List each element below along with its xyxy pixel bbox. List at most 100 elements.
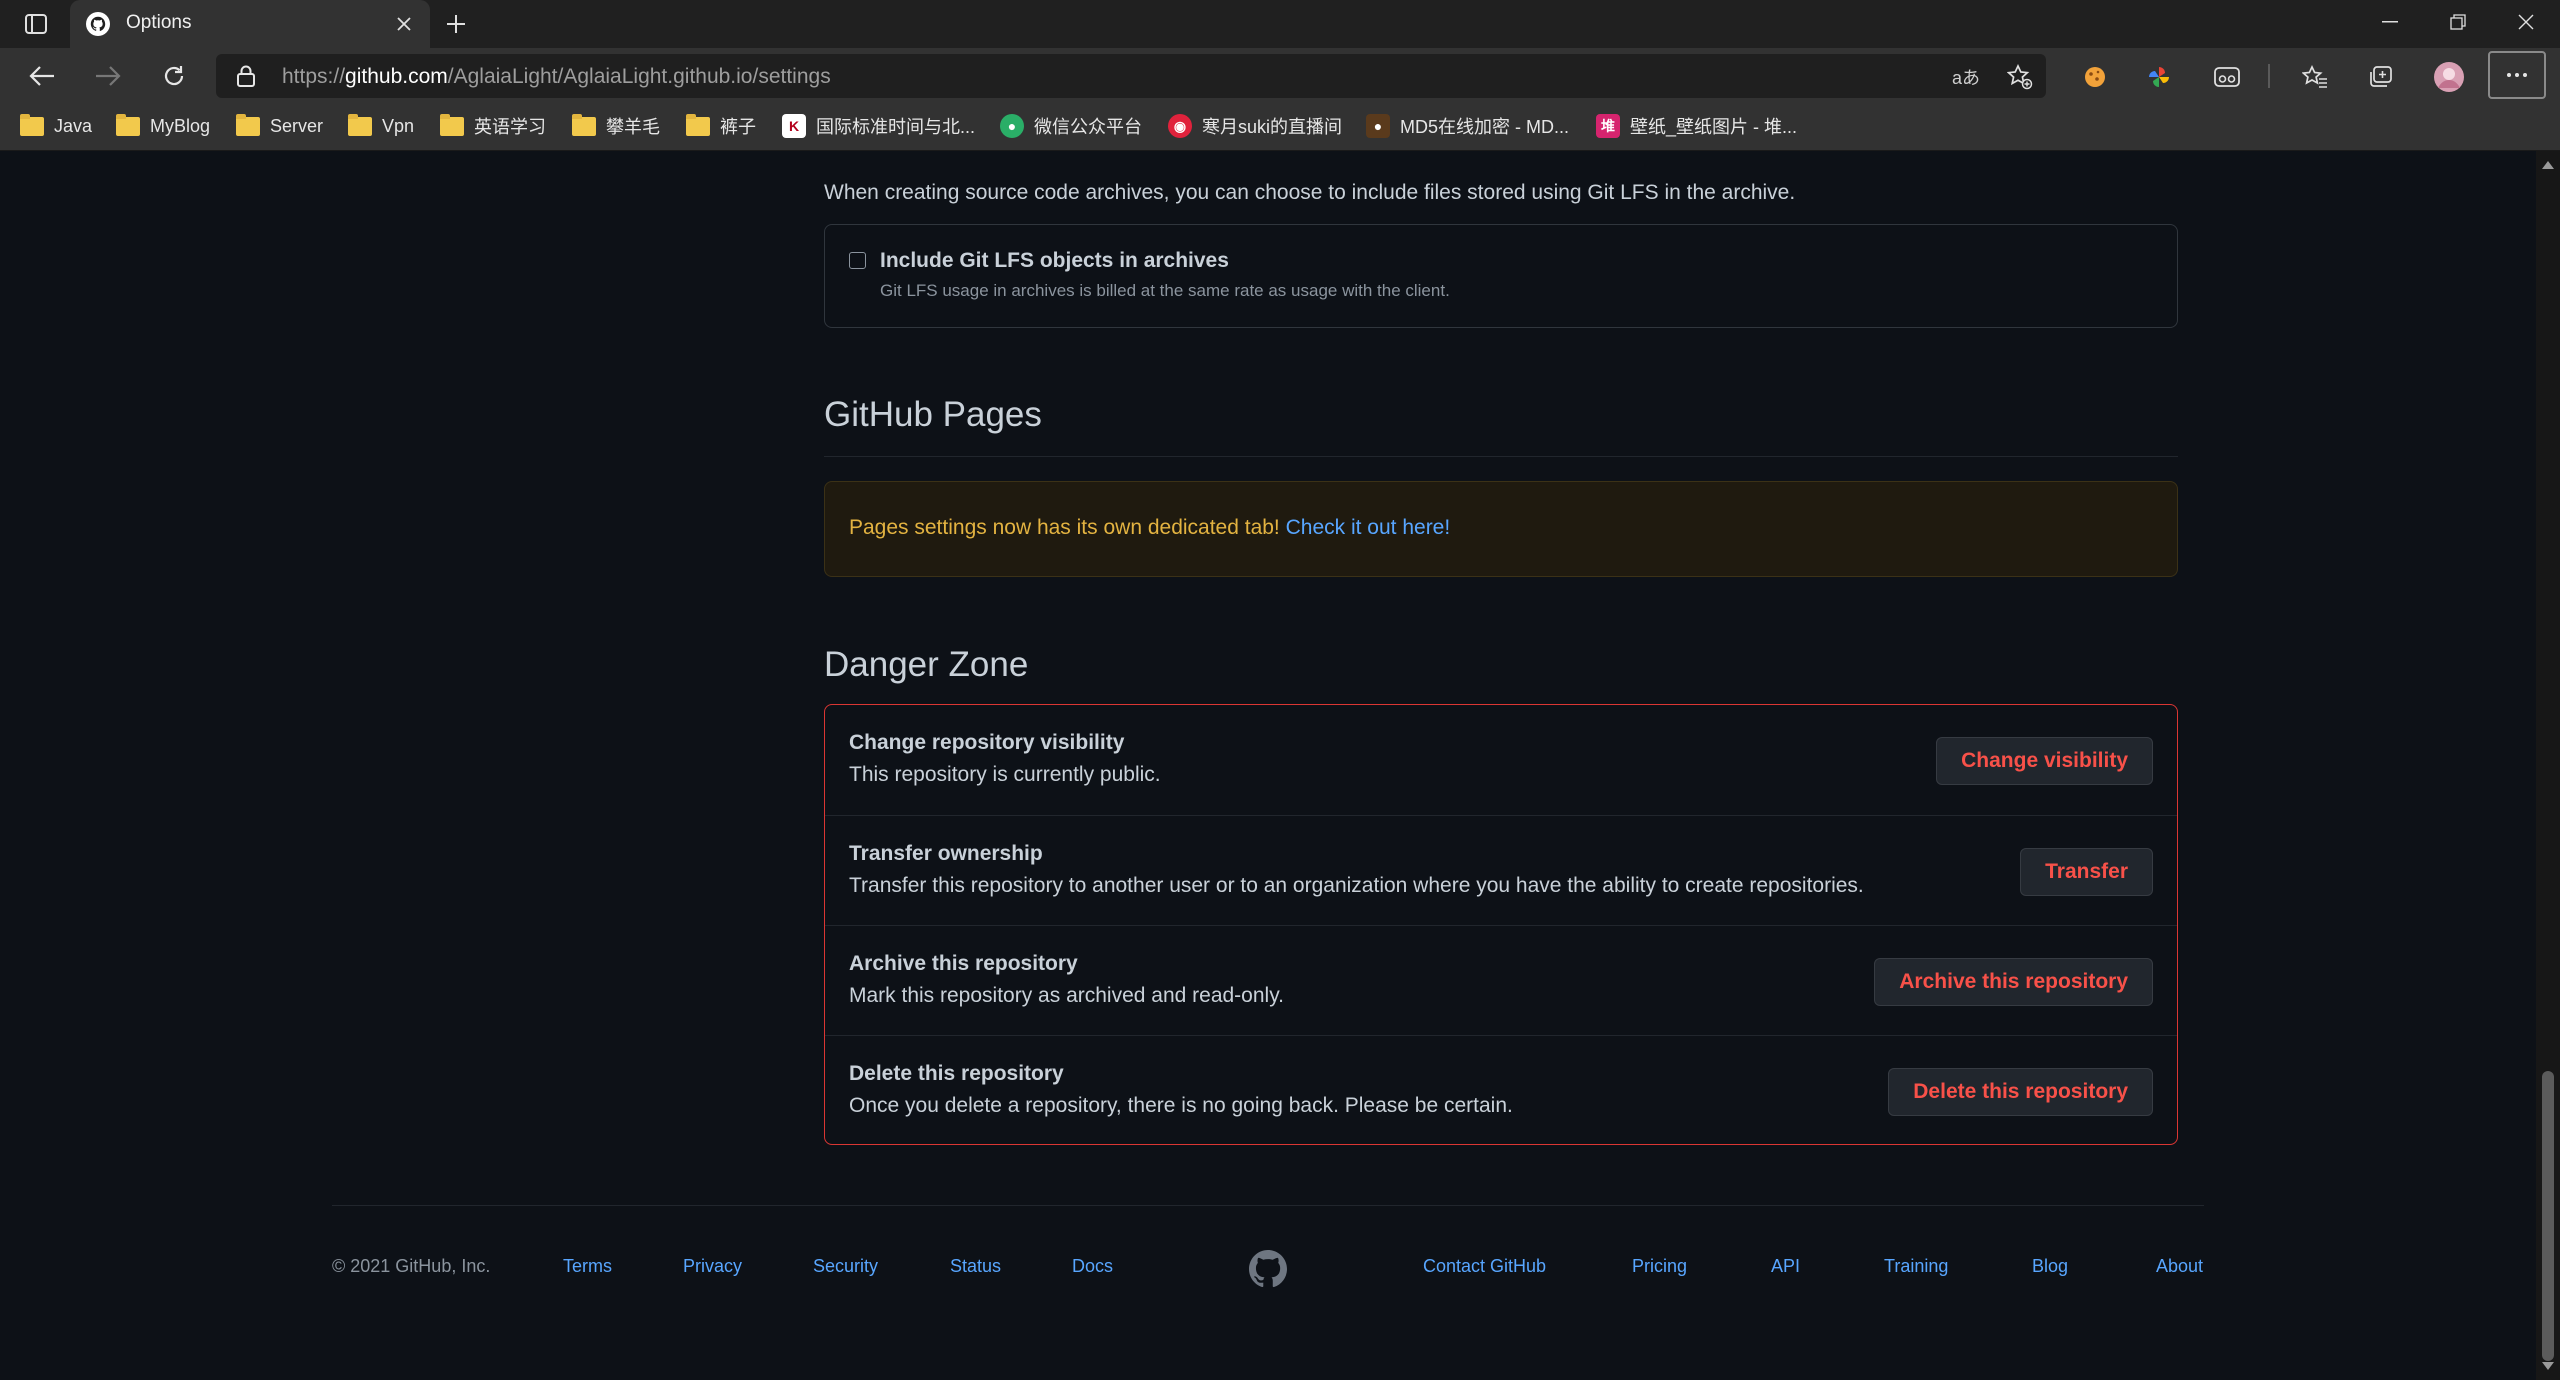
bookmark-link[interactable]: 堆壁纸_壁纸图片 - 堆... [1596, 112, 1797, 140]
folder-icon [20, 113, 44, 136]
add-favorite-icon[interactable] [2006, 64, 2034, 90]
footer-link-privacy[interactable]: Privacy [683, 1256, 742, 1277]
tab-close-icon[interactable] [392, 12, 416, 36]
cookie-extension-icon[interactable] [2078, 60, 2112, 94]
lock-icon [237, 65, 255, 87]
minimize-icon [2382, 21, 2398, 23]
github-favicon-icon [86, 12, 110, 36]
bookmark-folder[interactable]: Server [236, 112, 323, 140]
new-tab-button[interactable] [440, 10, 472, 38]
page-scrollbar[interactable] [2536, 151, 2560, 1380]
flash-message: Pages settings now has its own dedicated… [849, 516, 1451, 539]
bookmark-folder[interactable]: 攀羊毛 [572, 112, 660, 140]
footer-link-contact[interactable]: Contact GitHub [1423, 1256, 1546, 1277]
bookmarks-bar: Java MyBlog Server Vpn 英语学习 攀羊毛 裤子 K 国际标准… [0, 104, 2560, 151]
restore-icon [2450, 14, 2466, 30]
pinwheel-extension-icon[interactable] [2142, 60, 2176, 94]
folder-icon [572, 113, 596, 136]
bookmark-folder[interactable]: MyBlog [116, 112, 210, 140]
footer-link-training[interactable]: Training [1884, 1256, 1948, 1277]
danger-row-description: Transfer this repository to another user… [849, 874, 1864, 897]
danger-row-description: Once you delete a repository, there is n… [849, 1094, 1513, 1117]
bookmark-folder[interactable]: 英语学习 [440, 112, 546, 140]
collections-icon[interactable] [2364, 60, 2398, 94]
lfs-intro-text: When creating source code archives, you … [824, 181, 1796, 204]
footer-link-status[interactable]: Status [950, 1256, 1001, 1277]
refresh-icon [164, 66, 184, 86]
md5-site-icon: ● [1366, 114, 1390, 138]
restore-window-button[interactable] [2424, 0, 2492, 44]
arrow-right-icon [96, 66, 121, 86]
favorites-icon[interactable] [2298, 60, 2332, 94]
toolbar-divider [2268, 64, 2270, 88]
tab-actions-button[interactable] [10, 8, 62, 40]
include-lfs-label[interactable]: Include Git LFS objects in archives [880, 249, 1229, 273]
change-visibility-button[interactable]: Change visibility [1936, 737, 2153, 785]
scroll-down-arrow-icon[interactable] [2542, 1362, 2554, 1370]
browser-toolbar: https://github.com/AglaiaLight/AglaiaLig… [0, 48, 2560, 104]
delete-repository-button[interactable]: Delete this repository [1888, 1068, 2153, 1116]
archive-repository-button[interactable]: Archive this repository [1874, 958, 2153, 1006]
danger-zone-heading: Danger Zone [824, 645, 1029, 684]
bookmark-link[interactable]: ● 微信公众平台 [1000, 112, 1142, 140]
github-mark-icon[interactable] [1249, 1250, 1287, 1288]
include-lfs-checkbox[interactable] [849, 252, 866, 269]
bookmark-link[interactable]: ● MD5在线加密 - MD... [1366, 112, 1569, 140]
danger-row-title: Archive this repository [849, 952, 1078, 975]
scrollbar-thumb[interactable] [2542, 1071, 2554, 1361]
danger-row-title: Transfer ownership [849, 842, 1043, 865]
page-content: When creating source code archives, you … [0, 151, 2536, 1380]
arrow-left-icon [29, 66, 54, 86]
read-aloud-translate-icon[interactable]: aあ [1952, 64, 1980, 90]
danger-row-description: This repository is currently public. [849, 763, 1161, 786]
minimize-window-button[interactable] [2356, 0, 2424, 44]
wechat-icon: ● [1000, 114, 1024, 138]
folder-icon [686, 113, 710, 136]
bookmark-link[interactable]: K 国际标准时间与北... [782, 112, 975, 140]
close-window-button[interactable] [2492, 0, 2560, 44]
github-pages-heading: GitHub Pages [824, 395, 1042, 434]
danger-row-visibility: Change repository visibility This reposi… [825, 705, 2177, 815]
incognito-extension-icon[interactable] [2210, 60, 2244, 94]
bookmark-link[interactable]: ◉ 寒月suki的直播间 [1168, 112, 1342, 140]
folder-icon [236, 113, 260, 136]
footer-link-security[interactable]: Security [813, 1256, 878, 1277]
back-button[interactable] [22, 58, 62, 94]
time-site-icon: K [782, 114, 806, 138]
check-it-out-link[interactable]: Check it out here! [1286, 516, 1451, 539]
footer-link-docs[interactable]: Docs [1072, 1256, 1113, 1277]
ellipsis-icon [2507, 73, 2527, 77]
danger-row-description: Mark this repository as archived and rea… [849, 984, 1284, 1007]
live-icon: ◉ [1168, 114, 1192, 138]
danger-row-title: Change repository visibility [849, 731, 1125, 754]
footer-link-terms[interactable]: Terms [563, 1256, 612, 1277]
browser-tab-options[interactable]: Options [70, 0, 430, 48]
footer-divider [332, 1205, 2204, 1206]
folder-icon [440, 113, 464, 136]
bookmark-folder[interactable]: Vpn [348, 112, 414, 140]
footer-link-api[interactable]: API [1771, 1256, 1800, 1277]
site-footer: © 2021 GitHub, Inc. Terms Privacy Securi… [0, 1250, 2536, 1296]
tab-strip: Options [0, 0, 2560, 48]
settings-more-button[interactable] [2488, 51, 2546, 99]
scroll-up-arrow-icon[interactable] [2542, 161, 2554, 169]
footer-link-pricing[interactable]: Pricing [1632, 1256, 1687, 1277]
address-bar[interactable]: https://github.com/AglaiaLight/AglaiaLig… [216, 54, 2046, 98]
bookmark-folder[interactable]: 裤子 [686, 112, 756, 140]
refresh-button[interactable] [154, 58, 194, 94]
danger-row-transfer: Transfer ownership Transfer this reposit… [825, 815, 2177, 926]
footer-copyright: © 2021 GitHub, Inc. [332, 1256, 491, 1276]
wallpaper-site-icon: 堆 [1596, 114, 1620, 138]
forward-button[interactable] [88, 58, 128, 94]
transfer-button[interactable]: Transfer [2020, 848, 2153, 896]
footer-link-about[interactable]: About [2156, 1256, 2203, 1277]
plus-icon [447, 15, 465, 33]
footer-link-blog[interactable]: Blog [2032, 1256, 2068, 1277]
profile-avatar[interactable] [2432, 60, 2466, 94]
url-text: https://github.com/AglaiaLight/AglaiaLig… [282, 65, 831, 88]
close-icon [2518, 14, 2534, 30]
folder-icon [116, 113, 140, 136]
lfs-settings-box: Include Git LFS objects in archives Git … [824, 224, 2178, 328]
danger-zone-box: Change repository visibility This reposi… [824, 704, 2178, 1145]
bookmark-folder[interactable]: Java [20, 112, 92, 140]
